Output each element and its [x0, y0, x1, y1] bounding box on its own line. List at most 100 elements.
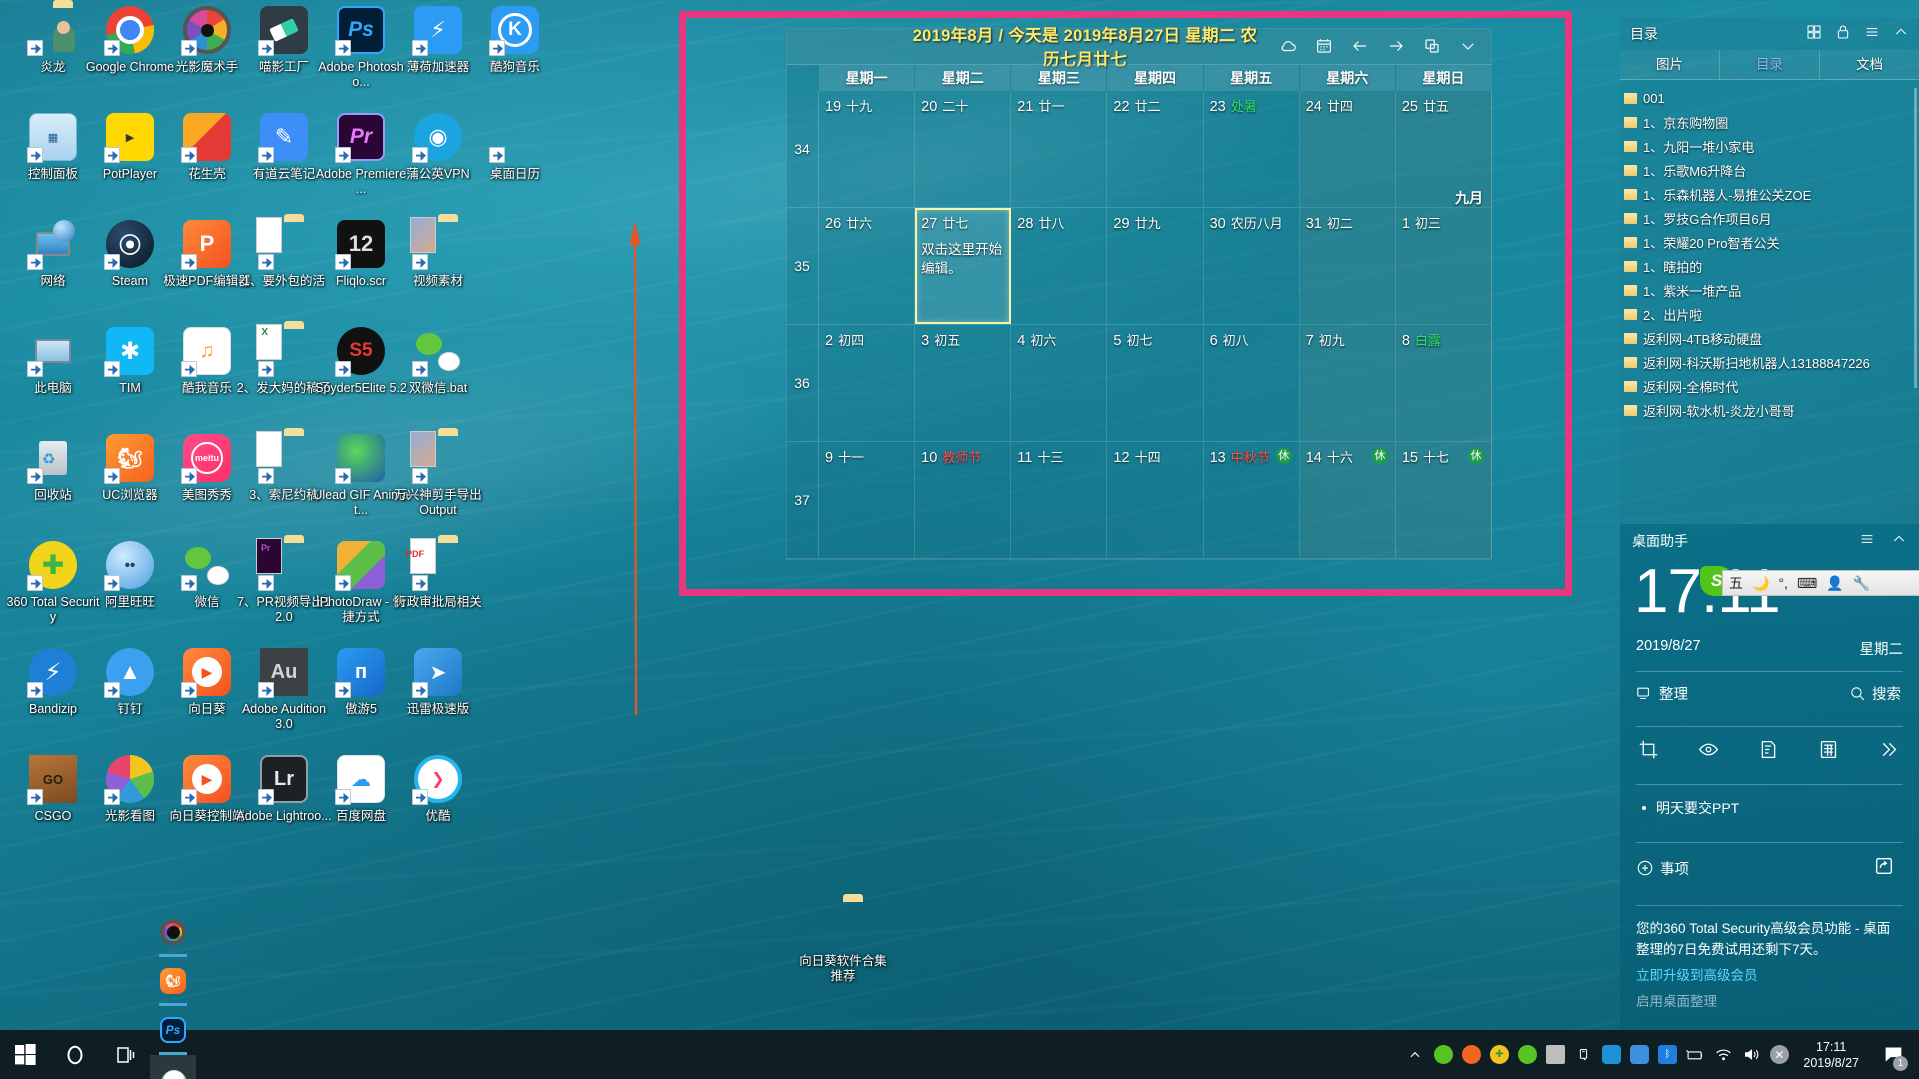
- taskbar-app-uc[interactable]: 🐿: [150, 957, 196, 1006]
- desktop-icon-folder-pdf[interactable]: PDF行政审批局相关: [390, 541, 486, 610]
- notification-center-button[interactable]: 1: [1873, 1030, 1913, 1079]
- folder-list-item[interactable]: 返利网-软水机-炎龙小哥哥: [1624, 398, 1919, 422]
- calendar-day-note[interactable]: 双击这里开始编辑。: [921, 240, 1004, 278]
- calendar-day-cell[interactable]: 31初二: [1300, 208, 1396, 324]
- wrench-icon[interactable]: 🔧: [1853, 576, 1870, 590]
- calendar-day-cell[interactable]: 19十九: [819, 91, 915, 207]
- folder-list-item[interactable]: 1、紫米一堆产品: [1624, 278, 1919, 302]
- picture-tray-icon[interactable]: [1597, 1030, 1625, 1079]
- folder-list-item[interactable]: 1、荣耀20 Pro智者公关: [1624, 230, 1919, 254]
- calendar-day-cell[interactable]: 21廿一: [1011, 91, 1107, 207]
- punctuation-icon[interactable]: °,: [1778, 576, 1788, 590]
- calendar-day-cell[interactable]: 10教师节: [915, 442, 1011, 558]
- wifi-icon[interactable]: [1709, 1030, 1737, 1079]
- taskbar-clock[interactable]: 17:11 2019/8/27: [1793, 1039, 1873, 1071]
- calendar-day-cell[interactable]: 20二十: [915, 91, 1011, 207]
- folder-list-item[interactable]: 返利网-科沃斯扫地机器人13188847226: [1624, 350, 1919, 374]
- lock-icon[interactable]: [1835, 24, 1851, 45]
- assistant-promo-link[interactable]: 立即升级到高级会员: [1620, 960, 1919, 984]
- calendar-day-cell[interactable]: 9十一: [819, 442, 915, 558]
- calendar-day-cell[interactable]: 2初四: [819, 325, 915, 441]
- volume-icon[interactable]: [1737, 1030, 1765, 1079]
- calendar-day-cell[interactable]: 8白露: [1396, 325, 1492, 441]
- user-icon[interactable]: 👤: [1826, 576, 1843, 590]
- desktop-icon-thunder[interactable]: ➤迅雷极速版: [390, 648, 486, 717]
- folders-tab-0[interactable]: 图片: [1620, 50, 1719, 79]
- grid-tray-icon[interactable]: [1541, 1030, 1569, 1079]
- wechat2-tray-icon[interactable]: [1513, 1030, 1541, 1079]
- desktop-icon-folder-pic[interactable]: 视频素材: [390, 220, 486, 289]
- cloud-icon[interactable]: [1278, 36, 1298, 56]
- s360-tray-icon[interactable]: ✚: [1485, 1030, 1513, 1079]
- taskbar-app-wechat[interactable]: [150, 1055, 196, 1079]
- calendar-day-cell[interactable]: 12十四: [1107, 442, 1203, 558]
- calendar-day-cell[interactable]: 29廿九: [1107, 208, 1203, 324]
- calendar-day-cell[interactable]: 7初九: [1300, 325, 1396, 441]
- chevron-down-icon[interactable]: [1458, 36, 1478, 56]
- chevron-up-icon[interactable]: [1401, 1030, 1429, 1079]
- desktop-calendar-widget[interactable]: 2019年8月 / 今天是 2019年8月27日 星期二 农历七月廿七 星期一星…: [786, 28, 1492, 560]
- calendar-day-cell[interactable]: 11十三: [1011, 442, 1107, 558]
- moon-icon[interactable]: 🌙: [1752, 576, 1769, 590]
- assistant-todo-list[interactable]: 明天要交PPT: [1620, 785, 1919, 830]
- calendar-day-cell[interactable]: 3初五: [915, 325, 1011, 441]
- grid-icon[interactable]: [1806, 24, 1822, 45]
- bluetooth-icon[interactable]: ᛒ: [1653, 1030, 1681, 1079]
- cortana-search-button[interactable]: [50, 1030, 100, 1079]
- keyboard-icon[interactable]: ⌨: [1797, 576, 1817, 590]
- chevron-up-icon[interactable]: [1893, 24, 1909, 45]
- pen-tray-icon[interactable]: [1625, 1030, 1653, 1079]
- calendar-icon[interactable]: [1314, 36, 1334, 56]
- folder-list-item[interactable]: 返利网-4TB移动硬盘: [1624, 326, 1919, 350]
- ime-mode-label[interactable]: 五: [1729, 576, 1743, 590]
- folder-list-item[interactable]: 1、京东购物圈: [1624, 110, 1919, 134]
- folder-list-item[interactable]: 1、罗技G合作项目6月: [1624, 206, 1919, 230]
- wechat-tray-icon[interactable]: [1429, 1030, 1457, 1079]
- folder-list-item[interactable]: 001: [1624, 86, 1919, 110]
- calendar-day-cell[interactable]: 13中秋节休: [1204, 442, 1300, 558]
- folders-scrollbar[interactable]: [1914, 88, 1917, 388]
- search-button[interactable]: 搜索: [1849, 683, 1901, 704]
- calendar-day-cell[interactable]: 15十七休: [1396, 442, 1492, 558]
- desktop-icon-deskcal[interactable]: 桌面日历: [467, 113, 563, 182]
- folder-list-item[interactable]: 1、九阳一堆小家电: [1624, 134, 1919, 158]
- desktop-icon-sunlogin-collection[interactable]: 向日葵软件合集推荐: [795, 900, 891, 984]
- calendar-day-cell[interactable]: 30农历八月: [1204, 208, 1300, 324]
- calendar-day-cell[interactable]: 23处暑: [1204, 91, 1300, 207]
- menu-icon[interactable]: [1864, 24, 1880, 45]
- usb-tray-icon[interactable]: [1569, 1030, 1597, 1079]
- assistant-add-item[interactable]: 事项: [1620, 843, 1919, 893]
- menu-icon[interactable]: [1859, 531, 1875, 552]
- folder-list-item[interactable]: 1、乐歌M6升降台: [1624, 158, 1919, 182]
- desktop-icon-folder-pic[interactable]: 万兴神剪手导出Output: [390, 434, 486, 518]
- folders-tab-1[interactable]: 目录: [1719, 50, 1819, 79]
- taskbar-app-ps[interactable]: Ps: [150, 1006, 196, 1055]
- calendar-day-cell[interactable]: 6初八: [1204, 325, 1300, 441]
- calculator-icon[interactable]: [1818, 739, 1839, 760]
- close-action-icon[interactable]: ✕: [1765, 1030, 1793, 1079]
- windows-copy-icon[interactable]: [1422, 36, 1442, 56]
- chevron-up-icon[interactable]: [1891, 531, 1907, 552]
- organize-button[interactable]: 整理: [1636, 683, 1688, 704]
- assistant-promo-sub[interactable]: 启用桌面整理: [1620, 984, 1919, 1010]
- folder-list-item[interactable]: 返利网-全棉时代: [1624, 374, 1919, 398]
- calendar-day-cell[interactable]: 22廿二: [1107, 91, 1203, 207]
- chevron-double-right-icon[interactable]: [1878, 739, 1899, 760]
- start-button[interactable]: [0, 1030, 50, 1079]
- desktop-icon-wechat[interactable]: 双微信.bat: [390, 327, 486, 396]
- desktop-icon-youku[interactable]: ❯优酷: [390, 755, 486, 824]
- crop-icon[interactable]: [1638, 739, 1659, 760]
- calendar-day-cell[interactable]: 28廿八: [1011, 208, 1107, 324]
- calendar-day-cell[interactable]: 26廿六: [819, 208, 915, 324]
- orange-tray-icon[interactable]: [1457, 1030, 1485, 1079]
- folder-list-item[interactable]: 1、乐森机器人-易推公关ZOE: [1624, 182, 1919, 206]
- folder-list-item[interactable]: 1、瞎拍的: [1624, 254, 1919, 278]
- battery-icon[interactable]: [1681, 1030, 1709, 1079]
- eye-icon[interactable]: [1698, 739, 1719, 760]
- task-view-button[interactable]: [100, 1030, 150, 1079]
- arrow-right-icon[interactable]: [1386, 36, 1406, 56]
- folders-tab-2[interactable]: 文档: [1819, 50, 1919, 79]
- note-edit-icon[interactable]: [1758, 739, 1779, 760]
- folder-list-item[interactable]: 2、出片啦: [1624, 302, 1919, 326]
- calendar-day-cell[interactable]: 九月1初三: [1396, 208, 1492, 324]
